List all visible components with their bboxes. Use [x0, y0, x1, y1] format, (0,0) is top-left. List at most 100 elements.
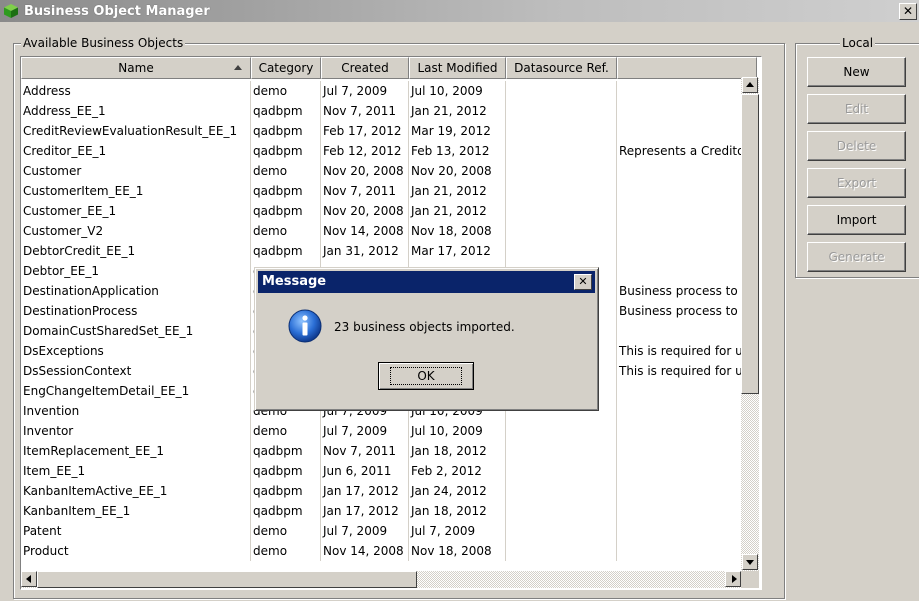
arrow-right-icon [732, 575, 737, 583]
column-header-created[interactable]: Created [321, 57, 409, 79]
horizontal-scroll-thumb[interactable] [37, 571, 417, 588]
table-row[interactable]: Customer_V2 demo Nov 14, 2008 Nov 18, 2008 [21, 221, 757, 241]
table-row[interactable]: Inventor demo Jul 7, 2009 Jul 10, 2009 [21, 421, 757, 441]
table-row[interactable]: Address_EE_1 qadbpm Nov 7, 2011 Jan 21, 201… [21, 101, 757, 121]
table-cell: qadbpm [251, 141, 321, 161]
table-cell: Inventor [21, 421, 251, 441]
column-header-description[interactable] [617, 57, 757, 79]
table-cell [506, 501, 617, 521]
table-row[interactable]: CreditReviewEvaluationResult_EE_1 qadbpm F… [21, 121, 757, 141]
message-dialog: Message ✕ 23 business objects imported. … [254, 267, 599, 411]
table-cell: DsSessionContext [21, 361, 251, 381]
table-cell: Mar 17, 2012 [409, 241, 506, 261]
table-cell: qadbpm [251, 241, 321, 261]
table-row[interactable]: Customer_EE_1 qadbpm Nov 20, 2008 Jan 21, 2… [21, 201, 757, 221]
table-cell: DomainCustSharedSet_EE_1 [21, 321, 251, 341]
new-button[interactable]: New [807, 57, 906, 87]
vertical-scrollbar[interactable] [741, 77, 759, 571]
local-group-label: Local [840, 36, 876, 50]
table-row[interactable]: DebtorCredit_EE_1 qadbpm Jan 31, 2012 Mar 1… [21, 241, 757, 261]
table-cell: KanbanItemActive_EE_1 [21, 481, 251, 501]
table-cell: Business process to wl [617, 301, 757, 321]
table-row[interactable]: KanbanItemActive_EE_1 qadbpm Jan 17, 2012 J… [21, 481, 757, 501]
table-cell: Nov 18, 2008 [409, 221, 506, 241]
table-cell [617, 461, 757, 481]
table-cell [617, 201, 757, 221]
arrow-left-icon [26, 575, 31, 583]
import-button[interactable]: Import [807, 205, 906, 235]
column-header-category[interactable]: Category [251, 57, 321, 79]
column-header-name[interactable]: Name [21, 57, 251, 79]
table-cell: Nov 14, 2008 [321, 221, 409, 241]
table-row[interactable]: Product demo Nov 14, 2008 Nov 18, 2008 [21, 541, 757, 561]
table-cell: KanbanItem_EE_1 [21, 501, 251, 521]
scroll-right-button[interactable] [725, 571, 741, 587]
table-cell: Nov 20, 2008 [321, 201, 409, 221]
scroll-down-button[interactable] [742, 554, 758, 570]
table-cell: DsExceptions [21, 341, 251, 361]
table-cell: Jan 21, 2012 [409, 101, 506, 121]
table-cell: demo [251, 541, 321, 561]
table-cell [506, 181, 617, 201]
delete-button[interactable]: Delete [807, 131, 906, 161]
table-cell: Nov 7, 2011 [321, 441, 409, 461]
arrow-up-icon [746, 82, 754, 87]
table-cell [506, 81, 617, 101]
table-cell [617, 221, 757, 241]
table-cell: Product [21, 541, 251, 561]
vertical-scroll-thumb[interactable] [741, 94, 759, 394]
table-cell: Jul 7, 2009 [321, 421, 409, 441]
table-cell [506, 141, 617, 161]
table-cell: Jan 31, 2012 [321, 241, 409, 261]
table-cell: Feb 17, 2012 [321, 121, 409, 141]
table-cell [617, 401, 757, 421]
table-cell: Item_EE_1 [21, 461, 251, 481]
edit-button[interactable]: Edit [807, 94, 906, 124]
table-cell: Jan 18, 2012 [409, 441, 506, 461]
table-cell [617, 121, 757, 141]
table-row[interactable]: CustomerItem_EE_1 qadbpm Nov 7, 2011 Jan 21… [21, 181, 757, 201]
dialog-close-button[interactable]: ✕ [574, 274, 592, 290]
table-cell: Nov 20, 2008 [409, 161, 506, 181]
table-row[interactable]: Customer demo Nov 20, 2008 Nov 20, 2008 [21, 161, 757, 181]
table-row[interactable]: ItemReplacement_EE_1 qadbpm Nov 7, 2011 Jan… [21, 441, 757, 461]
table-cell: Nov 14, 2008 [321, 541, 409, 561]
column-header-last-modified[interactable]: Last Modified [409, 57, 506, 79]
table-cell: Nov 7, 2011 [321, 101, 409, 121]
horizontal-scrollbar[interactable] [21, 571, 741, 588]
table-cell: Invention [21, 401, 251, 421]
window-title: Business Object Manager [24, 3, 210, 19]
dialog-titlebar: Message ✕ [258, 271, 595, 293]
generate-button[interactable]: Generate [807, 242, 906, 272]
ok-button[interactable]: OK [378, 362, 474, 390]
table-cell: Address_EE_1 [21, 101, 251, 121]
table-cell: demo [251, 221, 321, 241]
table-header: Name Category Created Last Modified Data… [21, 57, 757, 79]
table-row[interactable]: Patent demo Jul 7, 2009 Jul 7, 2009 [21, 521, 757, 541]
table-cell [506, 241, 617, 261]
table-cell [506, 221, 617, 241]
export-button[interactable]: Export [807, 168, 906, 198]
table-row[interactable]: Item_EE_1 qadbpm Jun 6, 2011 Feb 2, 2012 [21, 461, 757, 481]
table-cell: qadbpm [251, 201, 321, 221]
table-row[interactable]: Address demo Jul 7, 2009 Jul 10, 2009 [21, 81, 757, 101]
table-cell [506, 161, 617, 181]
table-cell [506, 521, 617, 541]
table-cell: Jan 24, 2012 [409, 481, 506, 501]
table-row[interactable]: Creditor_EE_1 qadbpm Feb 12, 2012 Feb 13, 2… [21, 141, 757, 161]
table-cell: DestinationApplication [21, 281, 251, 301]
table-cell [506, 481, 617, 501]
table-cell: demo [251, 161, 321, 181]
app-cube-icon [4, 4, 18, 18]
column-header-datasource-ref[interactable]: Datasource Ref. [506, 57, 617, 79]
table-cell [506, 441, 617, 461]
table-cell: ItemReplacement_EE_1 [21, 441, 251, 461]
table-cell: Feb 13, 2012 [409, 141, 506, 161]
table-row[interactable]: KanbanItem_EE_1 qadbpm Jan 17, 2012 Jan 18,… [21, 501, 757, 521]
table-cell: Customer_V2 [21, 221, 251, 241]
window-close-button[interactable]: ✕ [899, 3, 917, 20]
table-cell: qadbpm [251, 101, 321, 121]
table-cell: qadbpm [251, 481, 321, 501]
scroll-left-button[interactable] [21, 571, 37, 587]
scroll-up-button[interactable] [742, 77, 758, 93]
